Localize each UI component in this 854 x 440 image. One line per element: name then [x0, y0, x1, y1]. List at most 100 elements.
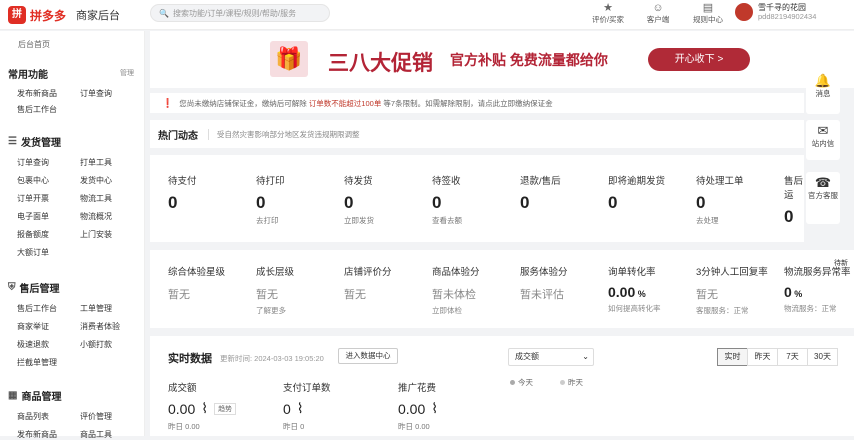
after-section[interactable]: ⛨ 售后管理	[8, 280, 60, 295]
order-stat-label: 退款/售后	[520, 176, 561, 187]
ship-section[interactable]: ☰ 发货管理	[8, 134, 61, 149]
order-stat-link[interactable]: 去打印	[256, 215, 285, 226]
sidebar-item[interactable]: 商品列表	[17, 411, 49, 422]
order-stats-card: 待支付 0 待打印 0 去打印 待发货 0 立即发货 待签收 0 查看去额 退款/售后 0 即将逾期发货 0…	[150, 155, 804, 242]
manage-link[interactable]: 管理	[120, 68, 134, 78]
sidebar-item[interactable]: 打单工具	[80, 157, 112, 168]
sidebar-item[interactable]: 售后工作台	[17, 303, 57, 314]
metric[interactable]: 3分钟人工回复率 暂无 客服服务：正常	[696, 264, 768, 316]
sidebar-item[interactable]: 拦截单管理	[17, 357, 57, 368]
metric[interactable]: 成长层级 暂无 了解更多	[256, 264, 294, 316]
realtime-stat[interactable]: 成交额 0.00 ⌇ 趋势 昨日 0.00	[168, 380, 237, 432]
metric-label: 商品体验分	[432, 267, 480, 278]
order-stat[interactable]: 待发货 0 立即发货	[344, 173, 374, 226]
sidebar-item[interactable]: 工单管理	[80, 303, 112, 314]
range-tab[interactable]: 实时	[717, 348, 748, 366]
realtime-stat[interactable]: 支付订单数 0 ⌇ 昨日 0	[283, 380, 331, 432]
metric[interactable]: 服务体验分 暂未评估	[520, 264, 568, 305]
sidebar-item[interactable]: 极速退款	[17, 339, 49, 350]
order-stat[interactable]: 待打印 0 去打印	[256, 173, 285, 226]
sidebar-item[interactable]: 消费者体验	[80, 321, 120, 332]
metric-value: 暂无	[344, 289, 366, 301]
float-button-0[interactable]: 🔔 消息	[806, 70, 840, 114]
float-button-2[interactable]: ☎ 官方客服	[806, 172, 840, 224]
sidebar-item[interactable]: 报备额度	[17, 229, 49, 240]
sidebar-item[interactable]: 上门安装	[80, 229, 112, 240]
sidebar-item[interactable]: 电子面单	[17, 211, 49, 222]
metric-sub[interactable]: 立即体检	[432, 305, 480, 316]
order-stat-label: 待发货	[344, 176, 373, 187]
range-tabs: 实时 昨天 7天 30天	[717, 348, 838, 366]
metric-label: 店铺评价分	[344, 267, 392, 278]
avatar[interactable]	[735, 3, 753, 21]
sidebar-item[interactable]: 订单查询	[17, 157, 49, 168]
range-tab[interactable]: 昨天	[747, 348, 778, 366]
order-stat[interactable]: 待处理工单 0 去处理	[696, 173, 744, 226]
metric-sub[interactable]: 如何提高转化率	[608, 303, 661, 314]
sidebar-item[interactable]: 物流概况	[80, 211, 112, 222]
sidebar-item[interactable]: 订单开票	[17, 193, 49, 204]
goods-section[interactable]: ▦ 商品管理	[8, 388, 61, 403]
hot-desc[interactable]: 受自然灾害影响部分地区发货违规期限调整	[208, 128, 360, 140]
top-icon-1[interactable]: ☺ 客户端	[640, 2, 676, 25]
sidebar-item[interactable]: 发布新商品	[17, 88, 57, 99]
metric[interactable]: 商品体验分暂未体检立即体检	[432, 264, 480, 316]
metric-sub[interactable]: 物流服务：正常	[784, 303, 851, 314]
metric[interactable]: 综合体验星级 暂无	[168, 264, 225, 305]
metric[interactable]: 询单转化率 0.00 % 如何提高转化率	[608, 264, 661, 314]
banner-button[interactable]: 开心收下 >	[648, 48, 750, 71]
metric[interactable]: 物流服务异常率 0 % 物流服务：正常	[784, 264, 851, 314]
promo-banner[interactable]: 🎁 三八大促销 官方补贴 免费流量都给你 开心收下 >	[150, 31, 854, 88]
top-icons: ★ 评价/买家 ☺ 客户端 ▤ 规则中心	[590, 2, 726, 25]
metric[interactable]: 店铺评价分 暂无	[344, 264, 392, 305]
metric-sub[interactable]: 客服服务：正常	[696, 305, 768, 316]
sidebar-item[interactable]: 大额订单	[17, 247, 49, 258]
trend-tag[interactable]: 趋势	[214, 402, 237, 415]
realtime-stat[interactable]: 推广花费 0.00 ⌇ 昨日 0.00	[398, 380, 438, 432]
sidebar-item[interactable]: 物流工具	[80, 193, 112, 204]
service-icon: ☎	[814, 175, 832, 190]
sidebar-item[interactable]: 评价管理	[80, 411, 112, 422]
float-button-1[interactable]: ✉ 站内信	[806, 120, 840, 160]
deposit-notice[interactable]: ❗ 您尚未缴纳店铺保证金，缴纳后可解除 订单数不能超过100单 等7条限制。如需…	[150, 93, 804, 113]
order-stat-label: 售后运	[784, 176, 804, 201]
order-stat[interactable]: 退款/售后 0	[520, 173, 561, 215]
sidebar-item[interactable]: 订单查询	[80, 88, 112, 99]
realtime-card: 实时数据 更新时间: 2024-03-03 19:05:20 进入数据中心 成交…	[150, 336, 854, 436]
sidebar-item[interactable]: 小额打款	[80, 339, 112, 350]
order-stat-link[interactable]: 立即发货	[344, 215, 374, 226]
search-input[interactable]: 🔍 搜索功能/订单/课程/规则/帮助/服务	[150, 4, 330, 22]
mail-icon: ✉	[817, 123, 829, 138]
range-tab[interactable]: 7天	[777, 348, 808, 366]
realtime-stat-label: 推广花费	[398, 383, 437, 394]
order-stat[interactable]: 待签收 0 查看去额	[432, 173, 462, 226]
common-section[interactable]: 常用功能	[8, 66, 48, 81]
metric-value: 暂未体检	[432, 289, 476, 301]
float-label: 官方客服	[808, 191, 838, 200]
top-icon-2[interactable]: ▤ 规则中心	[690, 2, 726, 25]
metric-sub[interactable]: 了解更多	[256, 305, 294, 316]
order-stat-link[interactable]: 查看去额	[432, 215, 462, 226]
order-stat-label: 待处理工单	[696, 176, 744, 187]
section-label: 发货管理	[20, 138, 61, 149]
data-center-button[interactable]: 进入数据中心	[338, 348, 398, 364]
order-stat-link[interactable]: 去处理	[696, 215, 744, 226]
order-stat[interactable]: 即将逾期发货 0	[608, 173, 665, 215]
logo[interactable]: 拼 拼多多 商家后台	[8, 6, 120, 24]
trend-icon: ⌇	[296, 400, 304, 416]
sidebar-item[interactable]: 发布新商品	[17, 429, 57, 440]
metric-select[interactable]: 成交额 ⌄	[508, 348, 594, 366]
top-icon-0[interactable]: ★ 评价/买家	[590, 2, 626, 25]
order-stat-value: 0	[784, 207, 794, 226]
sidebar-item[interactable]: 售后工作台	[17, 104, 57, 115]
legend-today-label: 今天	[518, 378, 533, 387]
sidebar-item[interactable]: 商品工具	[80, 429, 112, 440]
sidebar-item[interactable]: 包裹中心	[17, 175, 49, 186]
sidebar-home[interactable]: 后台首页	[0, 31, 144, 53]
metric-label: 服务体验分	[520, 267, 568, 278]
range-tab[interactable]: 30天	[807, 348, 838, 366]
sidebar-item[interactable]: 商家举证	[17, 321, 49, 332]
sidebar-item[interactable]: 发货中心	[80, 175, 112, 186]
order-stat[interactable]: 售后运 0	[784, 173, 804, 229]
order-stat[interactable]: 待支付 0	[168, 173, 197, 215]
